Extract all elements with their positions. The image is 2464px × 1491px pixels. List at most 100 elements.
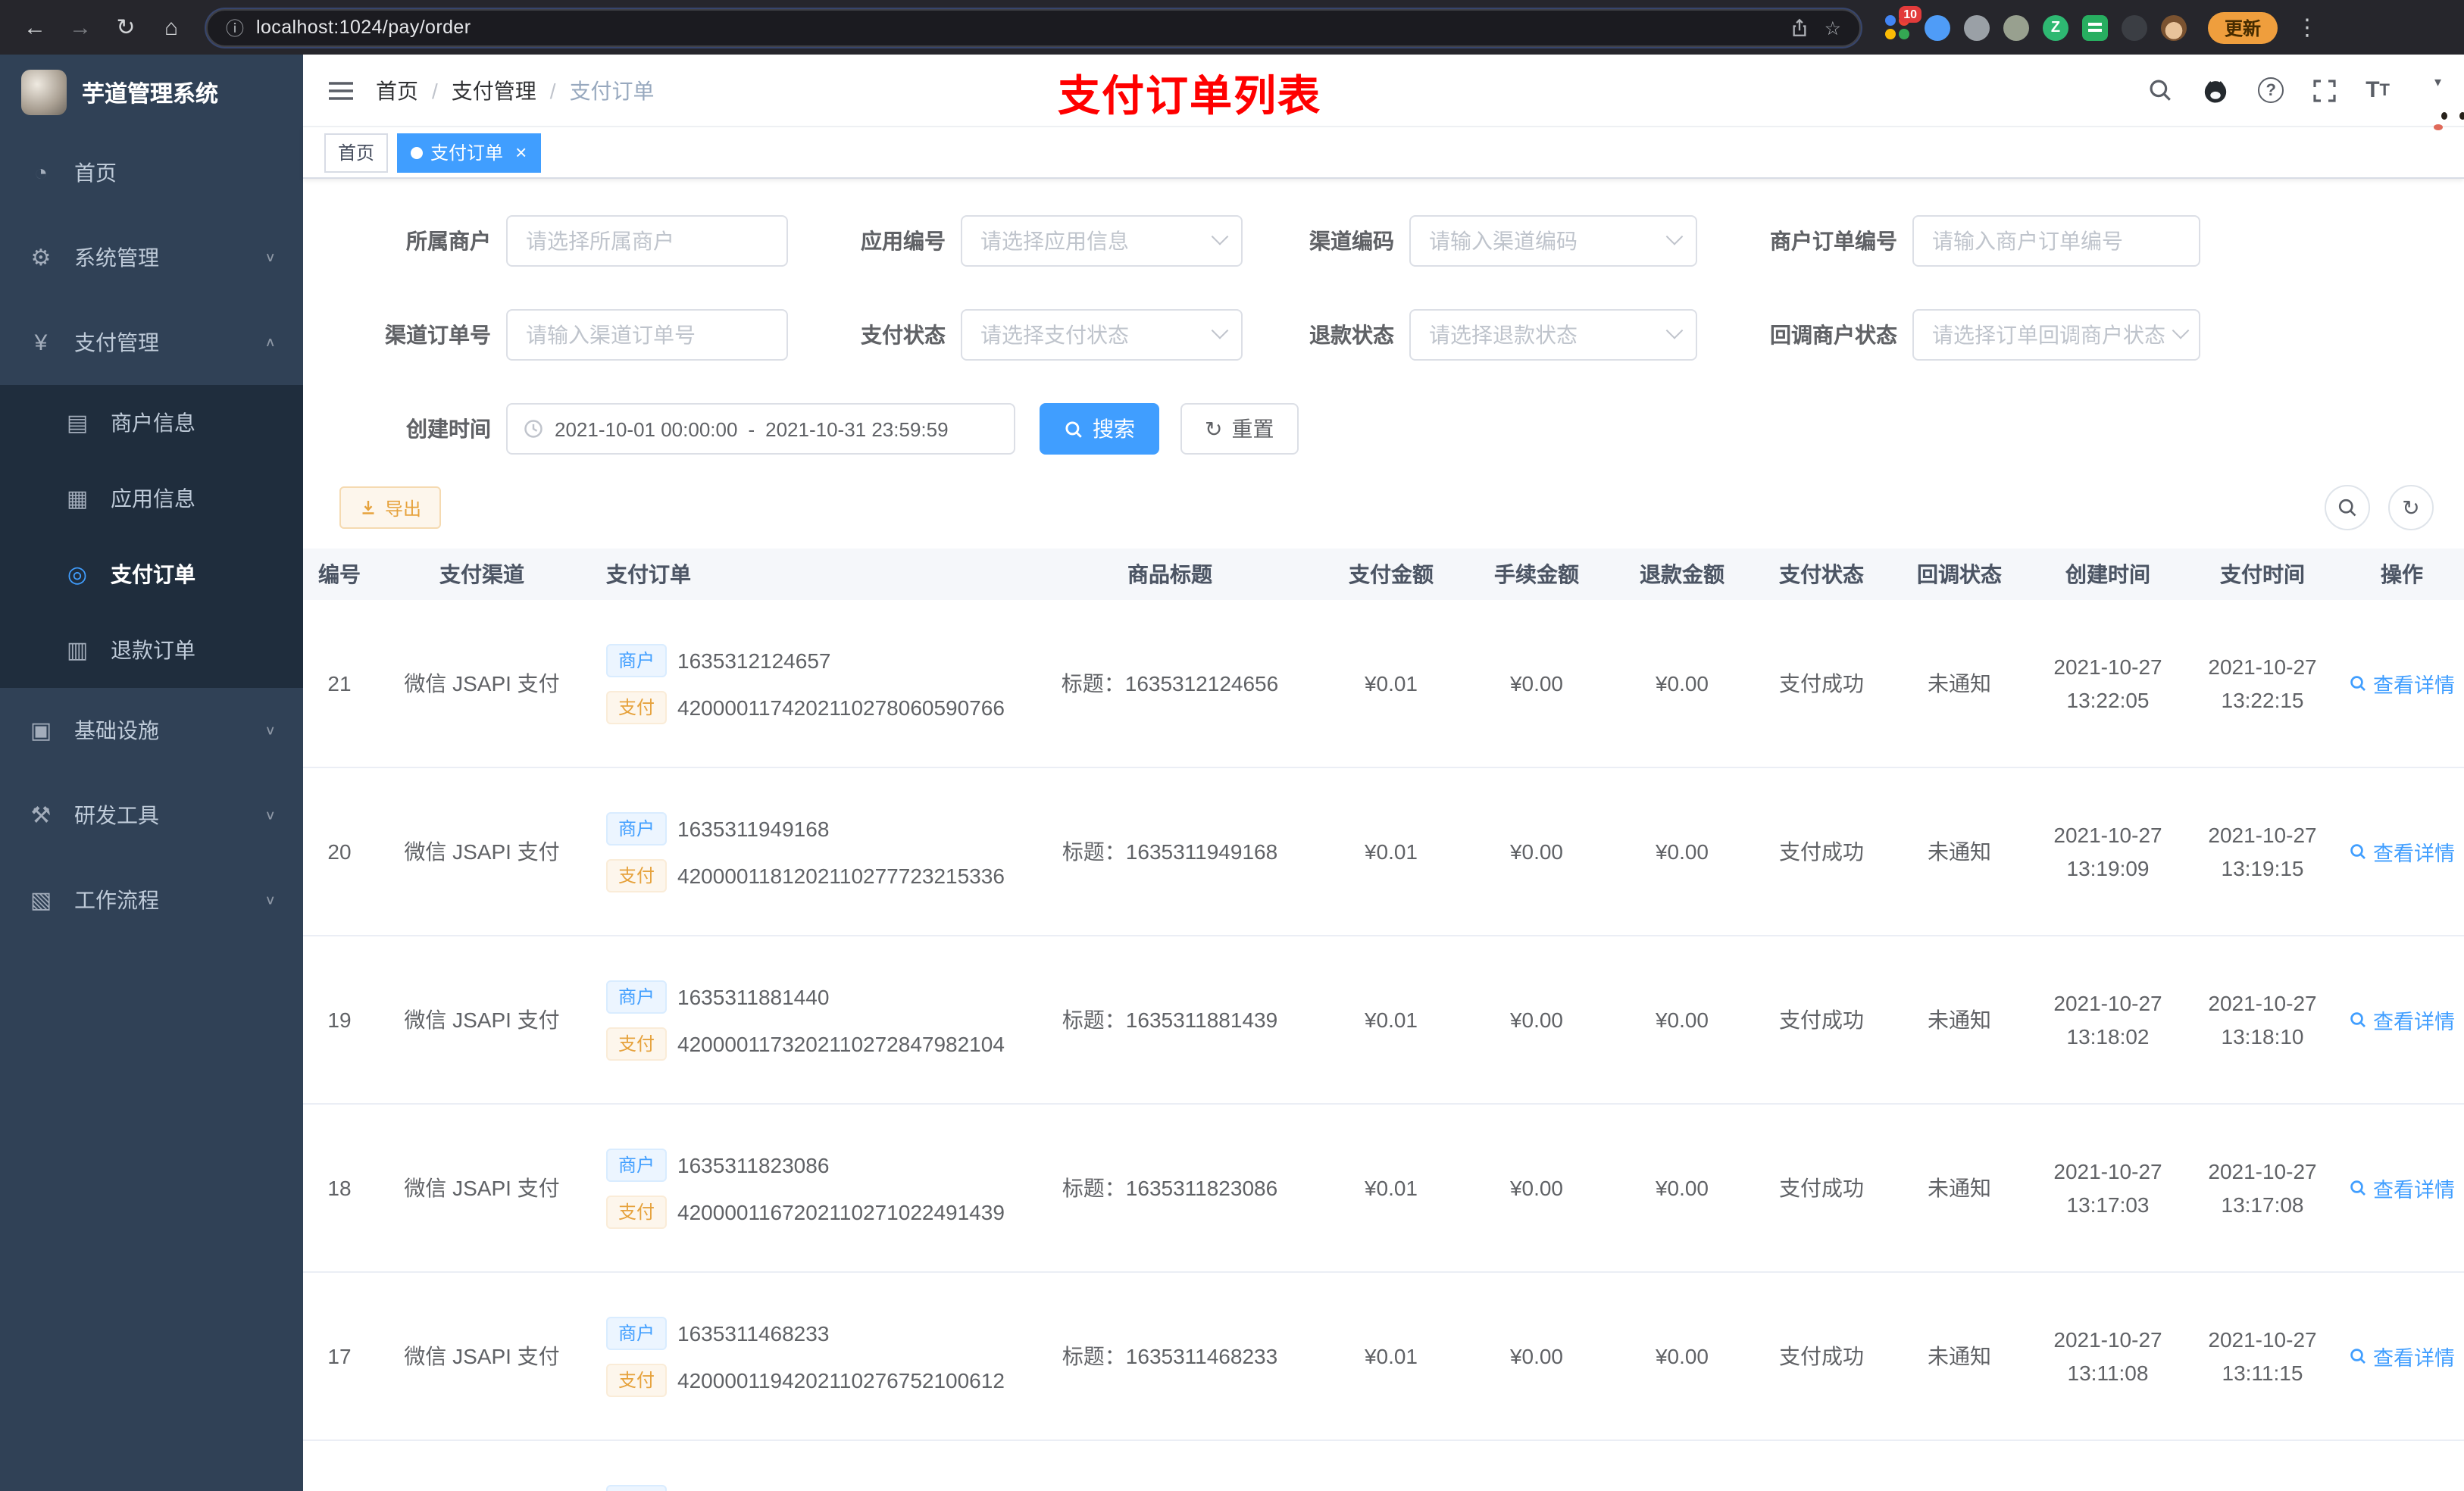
product-title: 标题：1635311881439 [1062, 1008, 1278, 1032]
sage-extension-icon[interactable] [2003, 14, 2029, 40]
site-info-icon[interactable]: ⓘ [226, 14, 244, 40]
refund-amount: ¥0.00 [1655, 1008, 1709, 1032]
view-detail-link[interactable]: 查看详情 [2349, 836, 2455, 867]
table-body: 21 微信 JSAPI 支付 商户 1635312124657 支付 42000… [303, 600, 2464, 1491]
merchant-order-no-input[interactable] [1912, 215, 2200, 267]
table-row[interactable]: 20 微信 JSAPI 支付 商户 1635311949168 支付 42000… [303, 768, 2464, 936]
pay-channel: 微信 JSAPI 支付 [404, 839, 560, 864]
merchant-input[interactable] [506, 215, 788, 267]
merchant-tag: 商户 [606, 811, 668, 845]
chevron-down-icon: ∨ [264, 892, 276, 908]
sidebar-logo[interactable]: 芋道管理系统 [0, 55, 303, 130]
product-title: 标题：1635311949168 [1062, 839, 1278, 864]
table-header: 编号 支付渠道 支付订单 商品标题 支付金额 手续金额 退款金额 支付状态 回调… [303, 549, 2464, 600]
sidebar-item-infrastructure[interactable]: ▣ 基础设施 ∨ [0, 688, 303, 773]
create-time-range-picker[interactable]: 2021-10-01 00:00:00 - 2021-10-31 23:59:5… [506, 403, 1015, 455]
fullscreen-icon[interactable] [2312, 78, 2337, 102]
table-row[interactable]: 19 微信 JSAPI 支付 商户 1635311881440 支付 42000… [303, 936, 2464, 1105]
pay-order-no: 4200001173202110272847982104 [677, 1031, 1005, 1055]
pay-time: 2021-10-27 13:19:15 [2208, 822, 2317, 880]
font-size-icon[interactable]: TT [2366, 77, 2390, 103]
merchant-tag: 商户 [606, 1484, 668, 1491]
reload-icon[interactable]: ↻ [106, 14, 145, 41]
tools-icon: ⚒ [30, 803, 52, 829]
pay-time: 2021-10-27 13:22:15 [2208, 654, 2317, 712]
bookmark-star-icon[interactable]: ☆ [1825, 16, 1841, 39]
reset-button[interactable]: ↻ 重置 [1180, 403, 1299, 455]
breadcrumb-separator: / [432, 78, 438, 102]
share-icon[interactable] [1790, 17, 1809, 37]
dark-extension-icon[interactable] [2122, 14, 2147, 40]
gray-extension-icon[interactable] [1964, 14, 1990, 40]
help-icon[interactable]: ? [2258, 77, 2284, 103]
chevron-down-icon [2172, 322, 2190, 339]
sidebar-item-payment[interactable]: ¥ 支付管理 ∧ [0, 300, 303, 385]
breadcrumb-payment[interactable]: 支付管理 [452, 75, 536, 105]
pay-channel: 微信 JSAPI 支付 [404, 671, 560, 695]
home-icon[interactable]: ⌂ [152, 14, 191, 40]
sidebar-item-dev-tools[interactable]: ⚒ 研发工具 ∨ [0, 773, 303, 858]
breadcrumb-home[interactable]: 首页 [376, 75, 418, 105]
table-refresh-icon[interactable]: ↻ [2388, 485, 2434, 530]
actions-cell: 查看详情 [2340, 1173, 2464, 1203]
channel-order-no-input[interactable] [506, 309, 788, 361]
view-detail-link[interactable]: 查看详情 [2349, 1341, 2455, 1371]
filter-label: 支付状态 [861, 323, 946, 347]
drop-extension-icon[interactable] [1925, 14, 1950, 40]
notify-status: 未通知 [1928, 1344, 1991, 1368]
chevron-down-icon: ∨ [264, 250, 276, 265]
chat-extension-icon[interactable] [2082, 14, 2108, 40]
tab-pay-order[interactable]: 支付订单 × [397, 133, 541, 172]
notify-status-select[interactable]: 请选择订单回调商户状态 [1912, 309, 2200, 361]
filter-label: 所属商户 [406, 229, 491, 253]
actions-cell: 查看详情 [2340, 1005, 2464, 1035]
view-detail-link[interactable]: 查看详情 [2349, 668, 2455, 699]
merchant-tag: 商户 [606, 643, 668, 677]
address-bar[interactable]: ⓘ localhost:1024/pay/order ☆ [206, 8, 1861, 46]
notify-status: 未通知 [1928, 839, 1991, 864]
forward-icon[interactable]: → [61, 14, 100, 40]
sidebar-item-app-info[interactable]: ▦ 应用信息 [0, 461, 303, 536]
pay-status-select[interactable]: 请选择支付状态 [961, 309, 1243, 361]
pay-amount: ¥0.01 [1364, 671, 1418, 695]
sidebar-item-system[interactable]: ⚙ 系统管理 ∨ [0, 215, 303, 300]
table-row[interactable]: 18 微信 JSAPI 支付 商户 1635311823086 支付 42000… [303, 1105, 2464, 1273]
app-select[interactable]: 请选择应用信息 [961, 215, 1243, 267]
sidebar-item-pay-order[interactable]: ◎ 支付订单 [0, 536, 303, 612]
search-icon[interactable] [2147, 77, 2173, 103]
view-detail-link[interactable]: 查看详情 [2349, 1005, 2455, 1035]
green-extension-icon[interactable]: Z [2043, 14, 2068, 40]
channel-code-select[interactable]: 请输入渠道编码 [1409, 215, 1697, 267]
view-detail-link[interactable]: 查看详情 [2349, 1173, 2455, 1203]
target-icon: ◎ [67, 562, 88, 588]
sidebar-item-workflow[interactable]: ▧ 工作流程 ∨ [0, 858, 303, 942]
grid-icon: ▦ [66, 486, 89, 512]
refund-status-select[interactable]: 请选择退款状态 [1409, 309, 1697, 361]
tab-close-icon[interactable]: × [515, 142, 527, 162]
table-row[interactable]: 21 微信 JSAPI 支付 商户 1635312124657 支付 42000… [303, 600, 2464, 768]
tab-home[interactable]: 首页 [324, 133, 389, 172]
sidebar-item-refund-order[interactable]: ▥ 退款订单 [0, 612, 303, 688]
colorful-extension-icon[interactable]: 10 [1885, 5, 1921, 40]
sidebar-item-merchant-info[interactable]: ▤ 商户信息 [0, 385, 303, 461]
pay-order-no: 4200001194202110276752100612 [677, 1368, 1005, 1392]
top-header: 首页 / 支付管理 / 支付订单 支付订单列表 ? T T ▾ [303, 55, 2464, 127]
table-row[interactable]: 17 微信 JSAPI 支付 商户 1635311468233 支付 42000… [303, 1273, 2464, 1441]
export-button[interactable]: 导出 [339, 486, 442, 529]
create-time: 2021-10-27 13:18:02 [2053, 990, 2162, 1049]
merchant-tag: 商户 [606, 1148, 668, 1181]
infrastructure-icon: ▣ [30, 718, 52, 744]
workflow-icon: ▧ [30, 888, 52, 914]
merchant-tag: 商户 [606, 980, 668, 1013]
search-button[interactable]: 搜索 [1040, 403, 1159, 455]
monkey-extension-icon[interactable] [2161, 14, 2187, 40]
table-search-toggle-icon[interactable] [2325, 485, 2370, 530]
back-icon[interactable]: ← [15, 14, 55, 40]
table-row[interactable]: 商户 1635311157126 支付 查看详情 [303, 1441, 2464, 1491]
browser-update-button[interactable]: 更新 [2208, 11, 2278, 43]
hamburger-icon[interactable] [327, 78, 355, 102]
sidebar-item-home[interactable]: ◔ 首页 [0, 130, 303, 215]
browser-menu-icon[interactable]: ⋮ [2296, 14, 2319, 41]
pay-status: 支付成功 [1779, 1008, 1864, 1032]
github-icon[interactable] [2202, 77, 2229, 104]
